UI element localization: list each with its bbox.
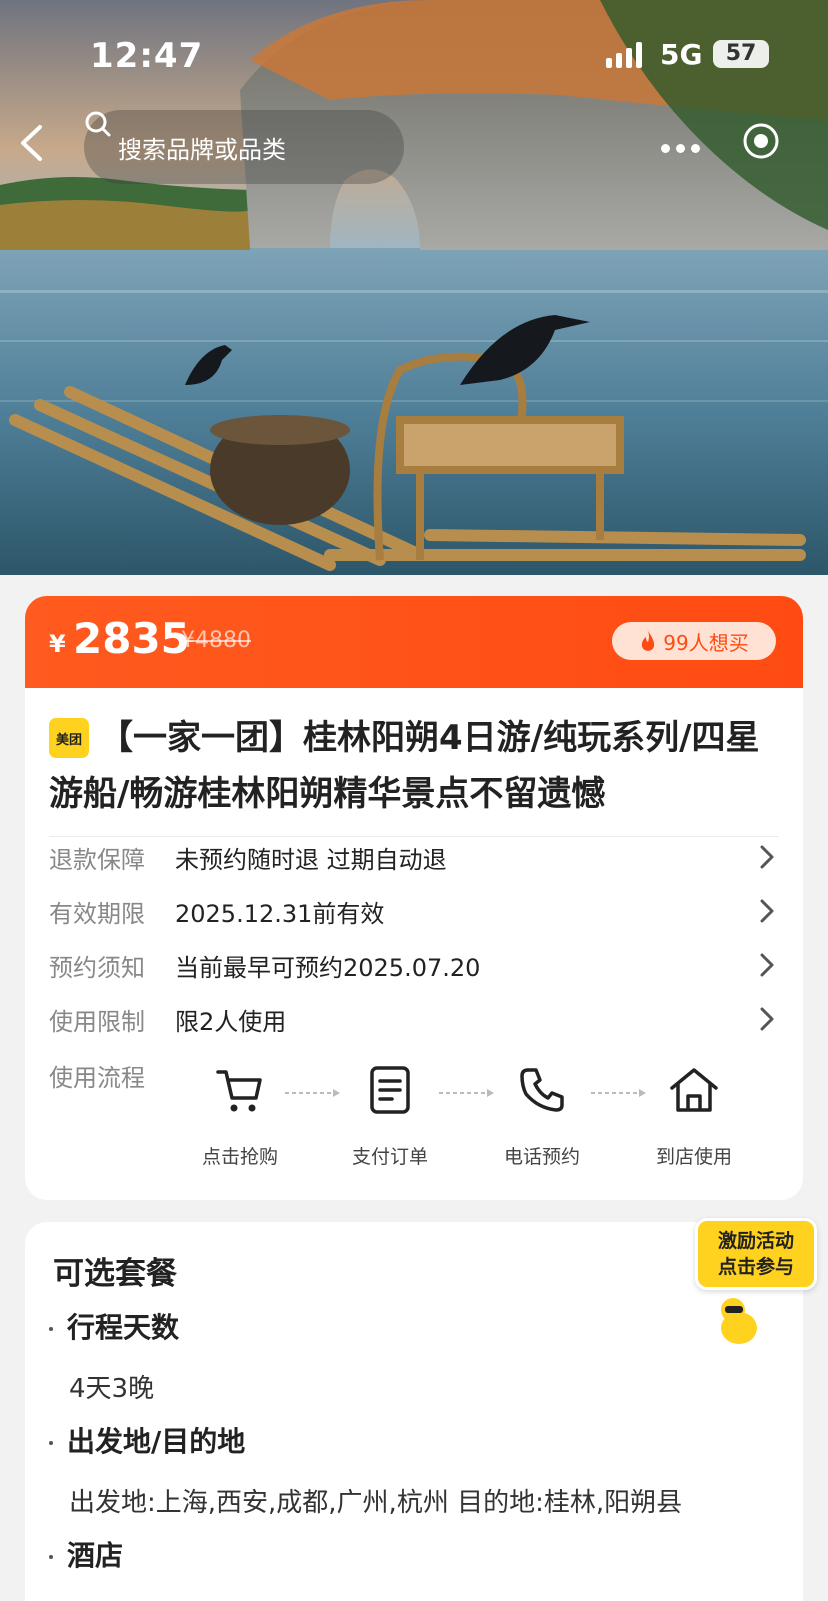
original-price: ¥4880 [181, 628, 251, 653]
brand-badge: 美团 [49, 718, 89, 758]
arrow-right-icon [285, 1089, 340, 1097]
package-section-value: 出发地:上海,西安,成都,广州,杭州 目的地:桂林,阳朔县 [69, 1488, 683, 1518]
status-time: 12:47 [90, 36, 204, 76]
promo-line1: 激励活动 [717, 1230, 794, 1252]
product-title: 【一家一团】桂林阳朔4日游/纯玩系列/四星游船/畅游桂林阳朔精华景点不留遗憾 [49, 718, 760, 814]
top-nav: 搜索品牌或品类 [0, 110, 828, 186]
info-row-usage-limit[interactable]: 使用限制 限2人使用 [49, 998, 779, 1038]
promo-tag: 激励活动 点击参与 [695, 1218, 817, 1290]
document-icon [370, 1066, 410, 1114]
phone-icon [520, 1068, 564, 1112]
bullet-dot [49, 1441, 53, 1445]
home-icon [670, 1068, 718, 1112]
hero-image: 12:47 5G 57 搜索品牌或品类 [0, 0, 828, 575]
chevron-right-icon [760, 953, 774, 977]
network-type: 5G [660, 38, 703, 71]
want-count-badge: 99人想买 [612, 622, 776, 660]
info-row-validity[interactable]: 有效期限 2025.12.31前有效 [49, 890, 779, 930]
price-bar: ¥ 2835 ¥4880 99人想买 [25, 596, 803, 688]
info-value: 当前最早可预约2025.07.20 [175, 954, 481, 982]
fire-icon [642, 631, 655, 651]
search-placeholder: 搜索品牌或品类 [118, 135, 286, 164]
flow-step-buy: 点击抢购 [185, 1062, 295, 1169]
battery-icon: 57 [713, 40, 769, 68]
package-section-value: 4天3晚 [69, 1374, 155, 1404]
signal-icon [606, 42, 646, 68]
package-section-heading: 行程天数 [49, 1306, 179, 1346]
flow-label: 使用流程 [49, 1064, 145, 1092]
close-target-button[interactable] [742, 122, 792, 172]
currency-symbol: ¥ [49, 630, 66, 658]
section-heading-text: 出发地/目的地 [67, 1425, 246, 1458]
chevron-right-icon [760, 899, 774, 923]
flow-step-use: 到店使用 [639, 1062, 749, 1169]
section-heading-text: 酒店 [67, 1539, 124, 1572]
bullet-dot [49, 1327, 53, 1331]
target-icon [743, 123, 779, 159]
chevron-right-icon [760, 845, 774, 869]
info-value: 2025.12.31前有效 [175, 900, 385, 928]
promo-floating-button[interactable]: 激励活动 点击参与 [695, 1218, 817, 1344]
package-section-heading: 出发地/目的地 [49, 1420, 245, 1460]
flow-step-label: 电话预约 [503, 1146, 580, 1168]
search-bar[interactable]: 搜索品牌或品类 [84, 110, 404, 184]
flow-step-pay: 支付订单 [335, 1062, 445, 1169]
info-row-refund[interactable]: 退款保障 未预约随时退 过期自动退 [49, 836, 779, 876]
info-label: 有效期限 [49, 900, 145, 928]
flow-step-label: 支付订单 [351, 1146, 428, 1168]
package-section-heading: 酒店 [49, 1534, 123, 1574]
bullet-dot [49, 1555, 53, 1559]
info-label: 预约须知 [49, 954, 145, 982]
search-icon [85, 111, 111, 137]
more-button[interactable] [650, 124, 710, 172]
package-title: 可选套餐 [53, 1256, 177, 1292]
want-count: 99人想买 [663, 630, 749, 655]
info-value: 限2人使用 [175, 1008, 287, 1036]
current-price: 2835 [73, 614, 190, 663]
product-title-block: 美团 【一家一团】桂林阳朔4日游/纯玩系列/四星游船/畅游桂林阳朔精华景点不留遗… [49, 710, 779, 822]
product-info-card: ¥ 2835 ¥4880 99人想买 美团 【一家一团】桂林阳朔4日游/纯玩系列… [25, 596, 803, 1200]
info-label: 使用限制 [49, 1008, 145, 1036]
chevron-left-icon [21, 125, 42, 161]
flow-step-label: 点击抢购 [201, 1146, 278, 1168]
info-value: 未预约随时退 过期自动退 [175, 846, 447, 874]
back-button[interactable] [18, 124, 62, 172]
flow-step-call: 电话预约 [487, 1062, 597, 1169]
info-label: 退款保障 [49, 846, 145, 874]
info-row-booking[interactable]: 预约须知 当前最早可预约2025.07.20 [49, 944, 779, 984]
chevron-right-icon [760, 1007, 774, 1031]
promo-line2: 点击参与 [717, 1256, 794, 1278]
cart-icon [216, 1070, 262, 1112]
package-options-card: 可选套餐 行程天数 4天3晚 出发地/目的地 出发地:上海,西安,成都,广州,杭… [25, 1222, 803, 1601]
status-bar: 12:47 5G 57 [0, 0, 828, 100]
mascot-icon [721, 1298, 757, 1344]
section-heading-text: 行程天数 [67, 1311, 180, 1344]
more-dots-icon [660, 143, 670, 153]
flow-step-label: 到店使用 [655, 1146, 732, 1168]
